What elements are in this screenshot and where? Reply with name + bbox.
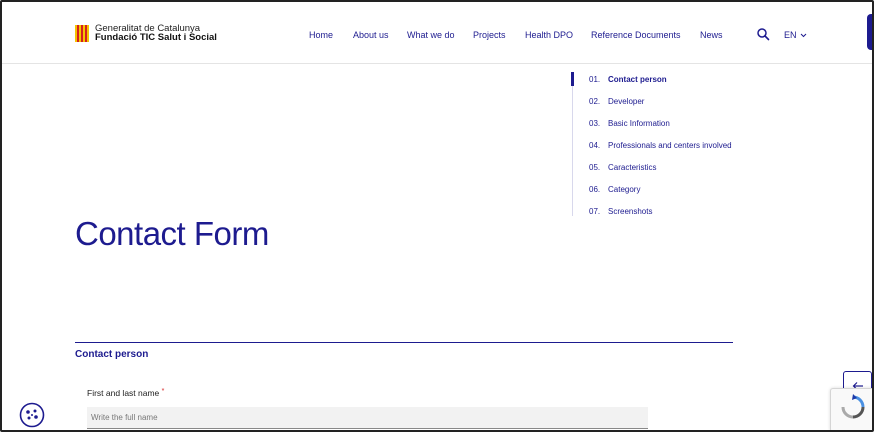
step-caracteristics[interactable]: 05. Caracteristics <box>589 163 656 172</box>
step-label: Developer <box>608 97 645 106</box>
step-professionals-and-centers[interactable]: 04. Professionals and centers involved <box>589 141 732 150</box>
site-logo[interactable]: Generalitat de Catalunya Fundació TIC Sa… <box>75 24 217 42</box>
side-edge-tab[interactable] <box>867 14 872 50</box>
name-field-label: First and last name * <box>87 388 164 398</box>
step-number: 05. <box>589 163 601 172</box>
step-label: Screenshots <box>608 207 653 216</box>
logo-line-2: Fundació TIC Salut i Social <box>95 32 217 43</box>
step-screenshots[interactable]: 07. Screenshots <box>589 207 652 216</box>
section-divider <box>75 342 733 343</box>
catalonia-flag-icon <box>75 24 89 42</box>
nav-item-health-dpo[interactable]: Health DPO <box>525 30 573 40</box>
nav-item-home[interactable]: Home <box>309 30 333 40</box>
step-category[interactable]: 06. Category <box>589 185 640 194</box>
browser-viewport: Generalitat de Catalunya Fundació TIC Sa… <box>0 0 874 432</box>
site-header: Generalitat de Catalunya Fundació TIC Sa… <box>2 2 872 64</box>
steps-track <box>572 72 573 216</box>
step-number: 07. <box>589 207 601 216</box>
nav-item-projects[interactable]: Projects <box>473 30 506 40</box>
full-name-input[interactable] <box>87 407 648 429</box>
search-icon[interactable] <box>756 27 770 41</box>
language-selector[interactable]: EN <box>784 30 807 40</box>
step-developer[interactable]: 02. Developer <box>589 97 644 106</box>
step-number: 06. <box>589 185 601 194</box>
name-label-text: First and last name <box>87 388 160 398</box>
cookie-icon[interactable] <box>19 402 45 428</box>
nav-item-what-we-do[interactable]: What we do <box>407 30 455 40</box>
step-number: 01. <box>589 75 601 84</box>
step-contact-person[interactable]: 01. Contact person <box>589 75 667 84</box>
step-label: Professionals and centers involved <box>608 141 732 150</box>
step-label: Basic Information <box>608 119 670 128</box>
nav-item-news[interactable]: News <box>700 30 723 40</box>
chevron-down-icon <box>800 33 806 37</box>
step-number: 04. <box>589 141 601 150</box>
recaptcha-icon <box>841 394 865 419</box>
step-number: 02. <box>589 97 601 106</box>
nav-item-reference-documents[interactable]: Reference Documents <box>591 30 681 40</box>
language-label: EN <box>784 30 797 40</box>
steps-active-indicator <box>571 72 574 86</box>
recaptcha-badge[interactable] <box>830 388 872 430</box>
nav-item-about-us[interactable]: About us <box>353 30 389 40</box>
step-basic-information[interactable]: 03. Basic Information <box>589 119 670 128</box>
step-label: Caracteristics <box>608 163 657 172</box>
step-label: Category <box>608 185 641 194</box>
step-label: Contact person <box>608 75 667 84</box>
step-number: 03. <box>589 119 601 128</box>
page-title: Contact Form <box>75 215 269 252</box>
section-title: Contact person <box>75 349 149 360</box>
required-mark: * <box>161 388 165 395</box>
